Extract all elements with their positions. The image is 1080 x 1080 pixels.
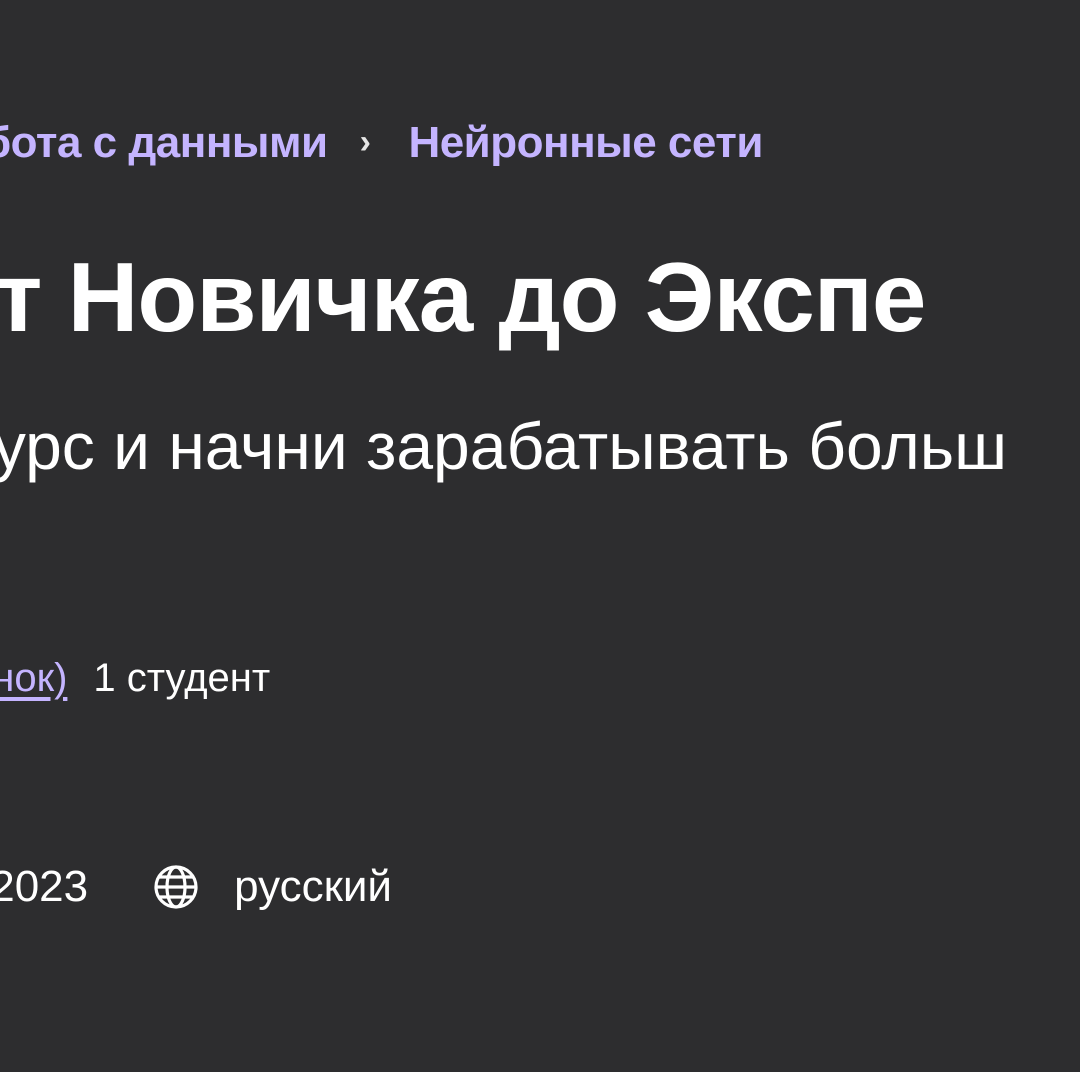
- chevron-right-icon: ›: [359, 123, 371, 161]
- globe-icon: [152, 863, 200, 911]
- student-count: 1 студент: [93, 656, 271, 700]
- breadcrumb-item-neural-networks[interactable]: Нейронные сети: [408, 118, 763, 168]
- course-language: русский: [152, 862, 392, 912]
- course-title: от Новичка до Экспе: [0, 242, 926, 352]
- course-info: .2023 русский: [0, 862, 392, 912]
- course-stats: енок) 1 студент: [0, 658, 270, 698]
- course-subtitle: й курс и начни зарабатывать больш: [0, 409, 1008, 483]
- breadcrumb-item-data-work[interactable]: абота с данными: [0, 118, 328, 168]
- last-updated-date: .2023: [0, 862, 89, 911]
- breadcrumb: абота с данными › Нейронные сети: [0, 118, 763, 168]
- course-header: абота с данными › Нейронные сети от Новичк…: [0, 0, 1080, 1072]
- ratings-count-link[interactable]: енок): [0, 658, 67, 698]
- language-label: русский: [234, 862, 392, 911]
